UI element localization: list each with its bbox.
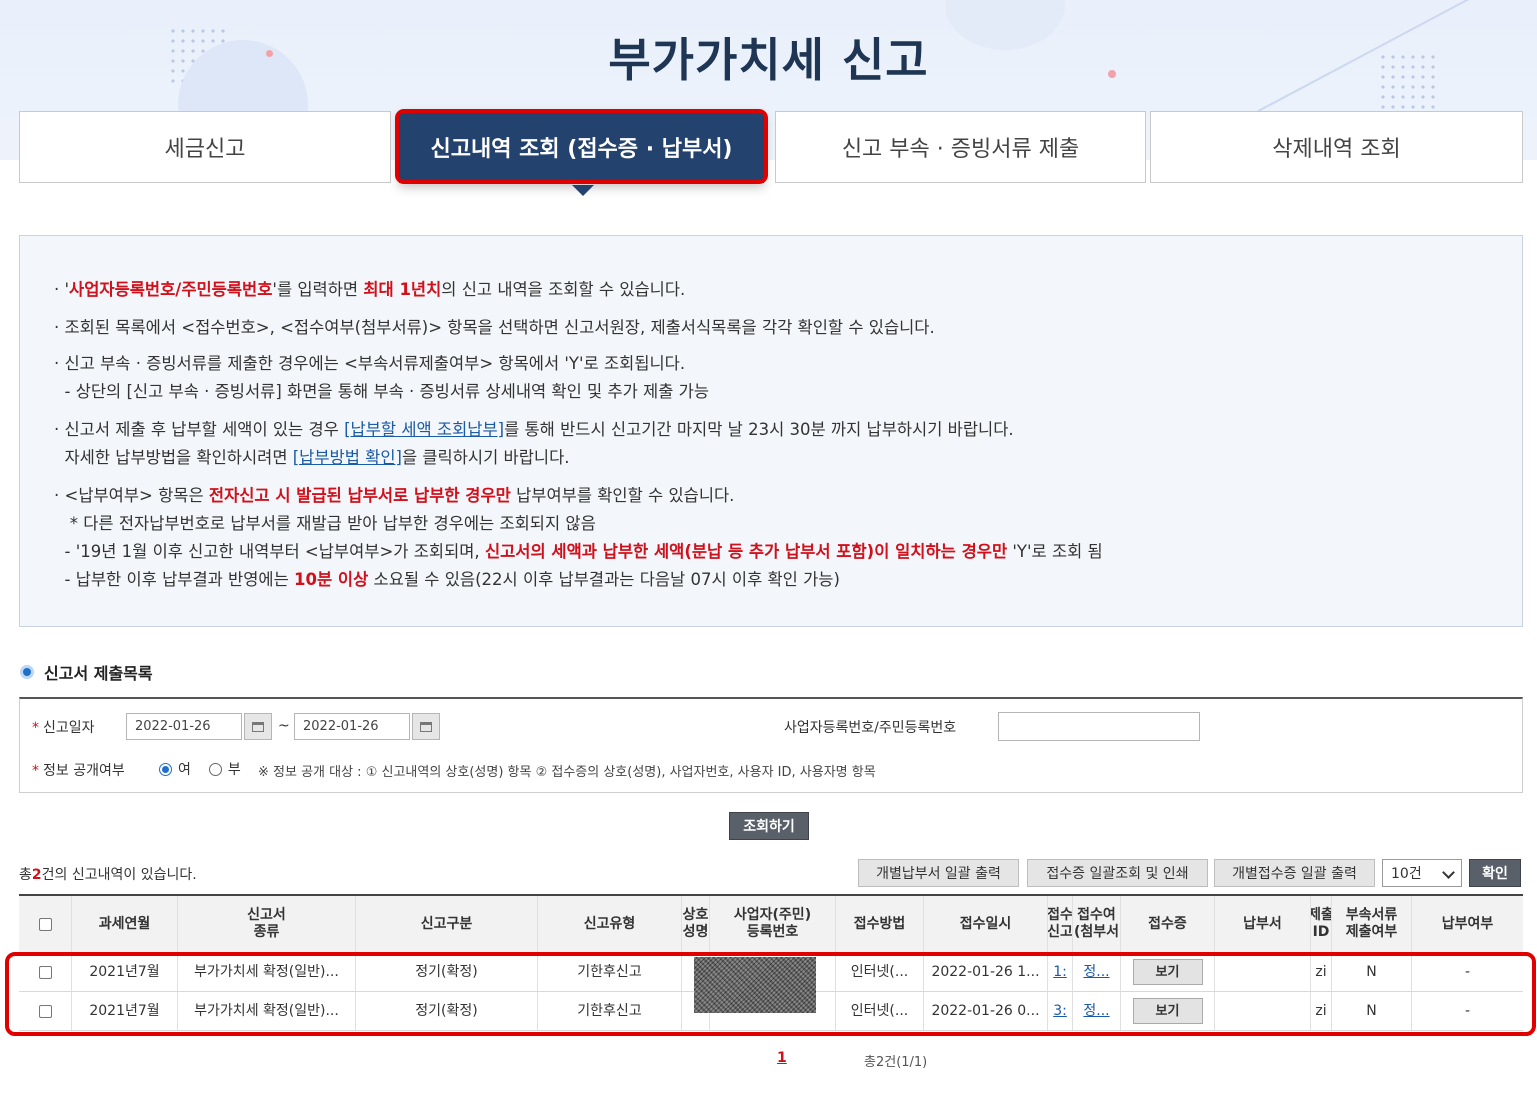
search-button[interactable]: 조회하기 [729,812,809,840]
calendar-icon[interactable] [244,713,272,740]
col-header: 부속서류 제출여부 [1332,896,1412,952]
date-label: * 신고일자 [32,720,95,736]
reg-number-label: 사업자등록번호/주민등록번호 [784,720,957,736]
highlight-box-rows [5,952,1536,1036]
tab-bar: 세금신고 신고내역 조회 (접수증 · 납부서) 신고 부속 · 증빙서류 제출… [19,111,1523,185]
select-all-checkbox[interactable] [38,917,52,931]
public-options: 여 부 [159,759,241,779]
link-tax-payment[interactable]: [납부할 세액 조회납부] [344,420,504,439]
section-header: 신고서 제출목록 [20,660,153,684]
col-header: 과세연월 [72,896,178,952]
reg-number-input[interactable] [998,712,1200,741]
col-header: 상호 (성명) [682,896,710,952]
radio-yes-label: 여 [178,762,191,778]
notice-line: * 다른 전자납부번호로 납부서를 재발급 받아 납부한 경우에는 조회되지 않… [54,514,596,533]
notice-line: · 신고서 제출 후 납부할 세액이 있는 경우 [납부할 세액 조회납부]를 … [54,420,1014,439]
bullet-icon [20,665,34,679]
print-individual-receipts-button[interactable]: 개별접수증 일괄 출력 [1214,859,1375,887]
link-payment-method[interactable]: [납부방법 확인] [293,448,402,467]
header-checkbox-cell [19,896,72,952]
notice-line: · 신고 부속 · 증빙서류를 제출한 경우에는 <부속서류제출여부> 항목에서… [54,354,686,373]
col-header: 신고구분 [356,896,538,952]
notice-line: - '19년 1월 이후 신고한 내역부터 <납부여부>가 조회되며, 신고서의… [54,542,1103,561]
radio-no[interactable] [208,762,222,776]
page-size-select[interactable]: 10건 [1382,859,1462,887]
col-header: 제출 ID [1311,896,1332,952]
col-header: 접수방법 [836,896,924,952]
tab-deleted[interactable]: 삭제내역 조회 [1150,111,1523,183]
col-header: 접수증 [1121,896,1215,952]
col-header: 접수일시 [924,896,1048,952]
date-separator: ~ [278,718,290,734]
notice-line: 자세한 납부방법을 확인하시려면 [납부방법 확인]을 클릭하시기 바랍니다. [54,448,570,467]
tab-tax-filing[interactable]: 세금신고 [19,111,391,183]
section-title: 신고서 제출목록 [44,664,153,683]
radio-yes[interactable] [159,762,172,776]
notice-line: - 상단의 [신고 부속 · 증빙서류] 화면을 통해 부속 · 증빙서류 상세… [54,382,710,401]
col-header: 신고서 종류 [178,896,356,952]
table-header: 과세연월 신고서 종류 신고구분 신고유형 상호 (성명) 사업자(주민) 등록… [19,896,1523,953]
notice-box: · '사업자등록번호/주민등록번호'를 입력하면 최대 1년치의 신고 내역을 … [19,235,1523,627]
col-header: 접수여 (첨부서 [1073,896,1121,952]
active-tab-arrow [572,185,594,196]
chevron-down-icon [1442,866,1455,879]
tab-attachments[interactable]: 신고 부속 · 증빙서류 제출 [775,111,1146,183]
public-note: ※ 정보 공개 대상 : ① 신고내역의 상호(성명) 항목 ② 접수증의 상호… [258,765,876,780]
page-title: 부가가치세 신고 [608,33,929,87]
notice-line: · <납부여부> 항목은 전자신고 시 발급된 납부서로 납부한 경우만 납부여… [54,486,735,505]
radio-no-label: 부 [227,762,241,778]
confirm-button[interactable]: 확인 [1469,859,1521,887]
col-header: 신고유형 [538,896,682,952]
notice-line: · 조회된 목록에서 <접수번호>, <접수여부(첨부서류)> 항목을 선택하면… [54,318,935,337]
col-header: 납부여부 [1412,896,1523,952]
col-header: 사업자(주민) 등록번호 [710,896,836,952]
result-count: 총2건의 신고내역이 있습니다. [19,867,197,883]
date-from-input[interactable]: 2022-01-26 [126,713,242,740]
print-receipts-button[interactable]: 접수증 일괄조회 및 인쇄 [1027,859,1208,887]
page-total: 총2건(1/1) [864,1055,928,1070]
result-table: 과세연월 신고서 종류 신고구분 신고유형 상호 (성명) 사업자(주민) 등록… [19,894,1523,1031]
date-to-input[interactable]: 2022-01-26 [294,713,410,740]
page-link-current[interactable]: 1 [777,1050,787,1066]
print-payment-slips-button[interactable]: 개별납부서 일괄 출력 [858,859,1019,887]
search-form: * 신고일자 2022-01-26 ~ 2022-01-26 사업자등록번호/주민… [19,697,1523,793]
col-header: 접수 (신고) [1048,896,1073,952]
public-label: * 정보 공개여부 [32,763,125,779]
notice-line: - 납부한 이후 납부결과 반영에는 10분 이상 소요될 수 있음(22시 이… [54,570,840,589]
highlight-box-tab [395,109,768,184]
notice-line: · '사업자등록번호/주민등록번호'를 입력하면 최대 1년치의 신고 내역을 … [54,280,686,299]
calendar-icon[interactable] [412,713,440,740]
col-header: 납부서 [1215,896,1311,952]
